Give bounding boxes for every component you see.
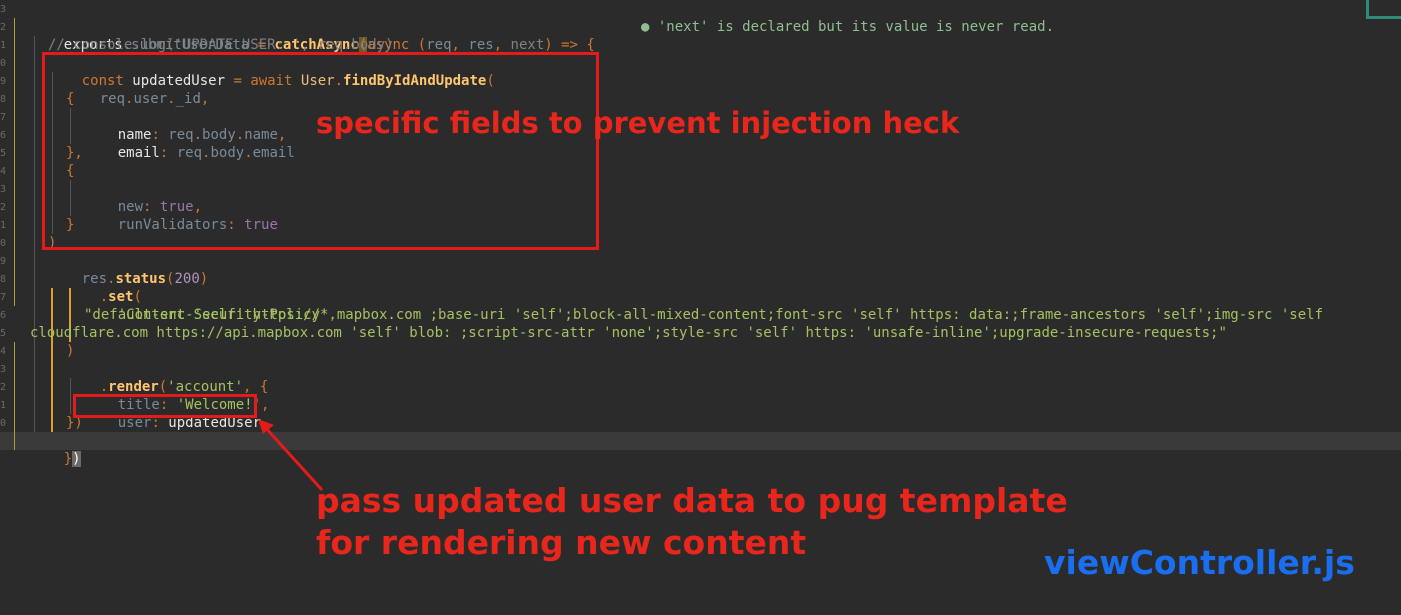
code-token: next	[510, 37, 545, 53]
line-number: 4	[0, 346, 7, 357]
line-number: 0	[0, 418, 7, 429]
line-number: 8	[0, 94, 7, 105]
minimap-corner	[1366, 0, 1401, 19]
code-line: .render('account', {	[66, 360, 269, 395]
line-number: 3	[0, 364, 7, 375]
code-line: cloudflare.com https://api.mapbox.com 's…	[30, 325, 1227, 341]
line-number: 6	[0, 130, 7, 141]
line-number: 5	[0, 328, 7, 339]
code-token: ,	[451, 37, 469, 53]
code-token: ,	[493, 37, 511, 53]
code-token: res	[468, 37, 494, 53]
line-number: 9	[0, 76, 7, 87]
line-number: 0	[0, 238, 7, 249]
current-line-highlight	[0, 432, 1401, 450]
line-number: 0	[0, 58, 7, 69]
line-number: 3	[0, 4, 7, 15]
line-number: 1	[0, 400, 7, 411]
code-line: res.status(200)	[48, 252, 208, 287]
code-line: 'Content-Security-Policy',	[84, 288, 337, 323]
annotation-render-note-line2: for rendering new content	[316, 523, 807, 562]
annotation-render-note-line1: pass updated user data to pug template	[316, 481, 1068, 520]
code-line: .set(	[66, 270, 142, 305]
code-token: ,	[261, 397, 270, 413]
line-number: 2	[0, 382, 7, 393]
line-number: 4	[0, 166, 7, 177]
indent-guide	[34, 36, 35, 432]
highlight-box-update-fields	[42, 52, 599, 250]
code-token: req	[426, 37, 452, 53]
line-number: 2	[0, 22, 7, 33]
code-token: ) => {	[544, 37, 595, 53]
line-number: 7	[0, 112, 7, 123]
git-change-bar	[14, 342, 15, 450]
annotation-injection-note: specific fields to prevent injection hec…	[316, 106, 960, 140]
line-number: 6	[0, 310, 7, 321]
highlight-box-user-field	[73, 394, 257, 418]
code-line: exports.submitUserData = catchAsync(asyn…	[30, 18, 595, 53]
line-number: 1	[0, 220, 7, 231]
line-number: 9	[0, 256, 7, 267]
line-number: 1	[0, 40, 7, 51]
git-change-bar	[14, 18, 15, 306]
bracket-pair-guide	[51, 288, 53, 432]
line-number: 7	[0, 292, 7, 303]
code-token: }	[63, 451, 73, 467]
code-line: })	[30, 432, 81, 467]
line-number: 5	[0, 148, 7, 159]
line-number: 3	[0, 184, 7, 195]
file-name-label: viewController.js	[1044, 543, 1355, 582]
diagnostic-message[interactable]: ● 'next' is declared but its value is ne…	[641, 18, 1054, 36]
line-number: 8	[0, 274, 7, 285]
code-token: 200	[174, 271, 200, 287]
text-cursor: )	[72, 451, 81, 467]
code-line: "default-src 'self' https://*.mapbox.com…	[84, 307, 1324, 323]
code-token: )	[199, 271, 209, 287]
code-line: )	[66, 343, 75, 359]
line-number: 2	[0, 202, 7, 213]
code-token: (	[409, 37, 427, 53]
